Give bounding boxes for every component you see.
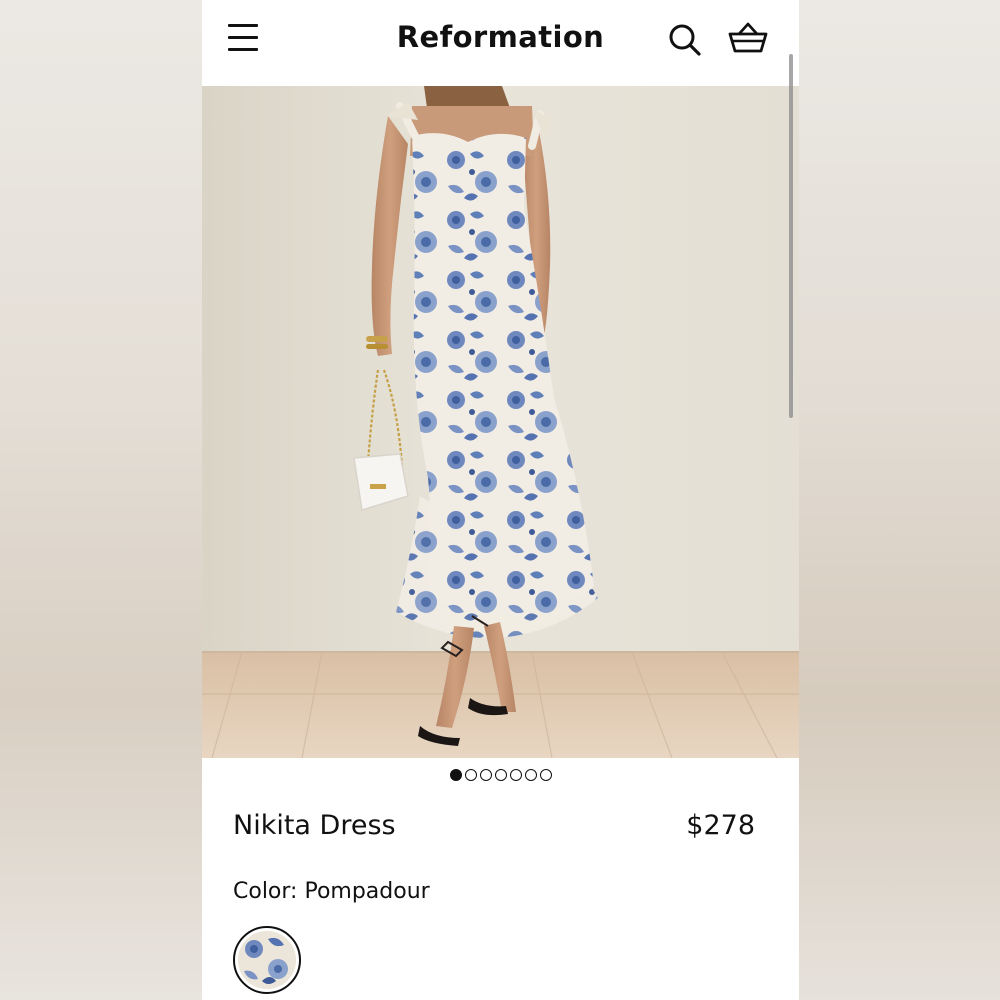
blurred-background-left [0, 0, 202, 1000]
scrollbar[interactable] [789, 54, 793, 418]
search-icon[interactable] [665, 20, 705, 60]
product-title: Nikita Dress [233, 810, 396, 841]
swatch-print-thumbnail [238, 931, 296, 989]
product-price: $278 [686, 810, 755, 841]
top-header: Reformation [202, 0, 799, 86]
image-pager [202, 769, 799, 783]
pager-dot[interactable] [524, 769, 537, 781]
color-swatch-pompadour[interactable] [233, 926, 301, 994]
pager-dot[interactable] [464, 769, 477, 781]
pager-dot[interactable] [509, 769, 522, 781]
product-image[interactable] [202, 86, 799, 758]
pager-dot[interactable] [539, 769, 552, 781]
pager-dot[interactable] [479, 769, 492, 781]
brand-logo[interactable]: Reformation [202, 20, 799, 54]
pager-dot[interactable] [494, 769, 507, 781]
selected-color-label: Color: Pompadour [233, 879, 430, 904]
blurred-background-right [798, 0, 1000, 1000]
product-page: Reformation Nikita Dress $278 Color: Pom… [202, 0, 799, 1000]
shopping-bag-icon[interactable] [726, 18, 770, 60]
pager-dot[interactable] [449, 769, 462, 781]
